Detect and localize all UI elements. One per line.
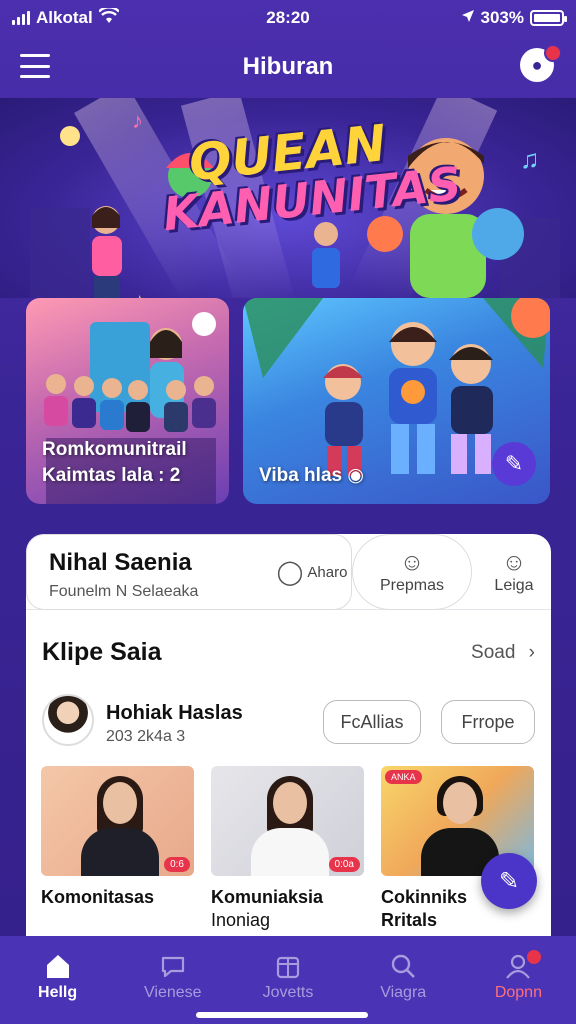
video-caption: Komuniaksia Inoniag xyxy=(211,886,364,933)
see-all-label: Soad xyxy=(471,642,516,663)
see-all-link[interactable]: Soad › xyxy=(471,642,535,664)
wifi-icon xyxy=(97,5,120,29)
avatar[interactable] xyxy=(42,694,94,746)
signal-icon xyxy=(12,11,30,25)
nav-item-home[interactable]: Hellg xyxy=(0,936,115,1024)
section-title: Klipe Saia xyxy=(42,638,162,666)
feature-card-kids[interactable]: Viba hlas ◉ ✎ xyxy=(243,298,550,504)
chat-button[interactable]: ✎ xyxy=(492,442,536,486)
location-icon xyxy=(461,8,475,28)
video-thumbnail: 0:6 xyxy=(41,766,194,876)
speech-bubble-icon: ◯ xyxy=(276,558,304,586)
user-icon: ☺ xyxy=(501,549,527,576)
category-badge: ANKA xyxy=(385,770,422,784)
profile-row: Hohiak Haslas 203 2k4a 3 FcAllias Frrope xyxy=(42,694,535,750)
feature-label: Romkomunitrail Kaimtas lala : 2 xyxy=(42,437,187,490)
svg-text:♪: ♪ xyxy=(134,288,145,298)
nav-label: Hellg xyxy=(38,984,78,1001)
status-bar: Alkotal 28:20 303% xyxy=(0,0,576,36)
tab-premium[interactable]: ☺ Prepmas xyxy=(352,534,472,610)
feature-label-line1: Romkomunitrail xyxy=(42,438,187,460)
video-thumbnail: 0:0a xyxy=(211,766,364,876)
chat-bubble-icon: ✎ xyxy=(504,451,524,476)
feature-card-community[interactable]: Romkomunitrail Kaimtas lala : 2 xyxy=(26,298,229,504)
tab-premium-label: Prepmas xyxy=(379,577,445,594)
presenter-figure xyxy=(243,776,333,876)
video-caption-line2: Rritals xyxy=(381,910,438,931)
home-icon xyxy=(44,952,72,984)
status-left: Alkotal xyxy=(12,5,120,29)
emoji-icon: ☺ xyxy=(399,549,425,576)
notification-badge xyxy=(544,44,562,62)
search-icon xyxy=(389,952,417,984)
feature-label-line1: Viba hlas xyxy=(259,465,343,487)
profile-meta: 203 2k4a 3 xyxy=(106,728,186,745)
tab-profile[interactable]: ☺ Leiga xyxy=(478,534,550,610)
tab-chat-label: Aharo xyxy=(307,563,348,581)
nav-item-search[interactable]: Viagra xyxy=(346,936,461,1024)
profile-button[interactable]: Frrope xyxy=(441,700,535,744)
duration-badge: 0:6 xyxy=(164,857,190,872)
follow-button[interactable]: FcAllias xyxy=(323,700,421,744)
video-caption-line1: Komonitasas xyxy=(41,887,155,907)
video-card[interactable]: 0:0a Komuniaksia Inoniag xyxy=(211,766,364,933)
tabs-row: Nihal Saenia Founelm N Selaeaka ◯ Aharo … xyxy=(26,534,551,610)
page-title: Hiburan xyxy=(242,53,334,80)
feature-label-line2: Kaimtas lala : 2 xyxy=(42,465,181,487)
battery-icon xyxy=(530,10,567,26)
notification-button[interactable]: ● xyxy=(520,44,562,82)
clock: 28:20 xyxy=(266,8,310,27)
nav-label: Viagra xyxy=(380,984,427,1001)
nav-item-events[interactable]: Jovetts xyxy=(230,936,345,1024)
battery-percent: 303% xyxy=(480,8,524,27)
status-right: 303% xyxy=(461,8,567,28)
video-caption-line1: Komuniaksia xyxy=(211,887,324,907)
svg-text:♪: ♪ xyxy=(132,108,143,133)
tab-chat[interactable]: ◯ Aharo xyxy=(272,534,352,610)
content-panel: Nihal Saenia Founelm N Selaeaka ◯ Aharo … xyxy=(26,534,551,936)
nav-badge xyxy=(524,948,543,966)
carrier-label: Alkotal xyxy=(36,8,93,27)
video-card[interactable]: 0:6 Komonitasas xyxy=(41,766,194,909)
hero-banner[interactable]: ♫ ♪ ♪ QUEAN KANUNITAS xyxy=(0,98,576,298)
chat-icon xyxy=(159,952,187,984)
feature-label: Viba hlas ◉ xyxy=(259,463,364,490)
svg-text:♫: ♫ xyxy=(520,144,540,174)
chevron-right-icon: › xyxy=(528,642,535,663)
calendar-icon xyxy=(274,952,302,984)
menu-icon[interactable] xyxy=(20,54,50,78)
video-caption-line2: Inoniag xyxy=(211,910,271,931)
nav-label: Dopnn xyxy=(494,984,542,1001)
compose-icon: ✎ xyxy=(498,867,520,895)
nav-item-profile[interactable]: Dopnn xyxy=(461,936,576,1024)
app-header: Hiburan ● xyxy=(0,36,576,98)
tab-profile-label: Leiga xyxy=(494,577,534,594)
nav-item-messages[interactable]: Vienese xyxy=(115,936,230,1024)
compose-fab[interactable]: ✎ xyxy=(481,853,537,909)
profile-name: Hohiak Haslas xyxy=(106,702,243,724)
presenter-figure xyxy=(73,776,163,876)
video-caption: Komonitasas xyxy=(41,886,194,909)
bottom-nav: Hellg Vienese Jovetts Viagra Dopnn xyxy=(0,936,576,1024)
nav-label: Jovetts xyxy=(262,984,314,1001)
camera-icon: ◉ xyxy=(347,465,364,487)
home-indicator xyxy=(196,1012,368,1018)
nav-label: Vienese xyxy=(144,984,202,1001)
duration-badge: 0:0a xyxy=(328,857,360,872)
